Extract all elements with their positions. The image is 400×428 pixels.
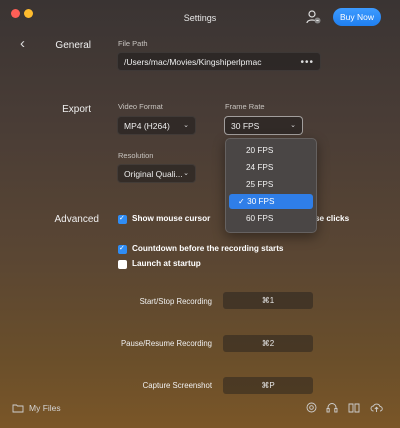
show-mouse-cursor-checkbox[interactable] [118,214,127,224]
start-stop-recording-label: Start/Stop Recording [139,297,212,306]
resolution-select[interactable]: Original Quali... ⌄ [117,164,196,183]
capture-screenshot-shortcut[interactable]: ⌘P [223,377,313,394]
headset-icon[interactable] [326,402,338,413]
resolution-value: Original Quali... [124,169,183,179]
frame-rate-select[interactable]: 30 FPS ⌄ [224,116,303,135]
frame-rate-option[interactable]: 60 FPS [229,211,313,226]
more-options-icon[interactable]: ••• [300,54,314,72]
frame-rate-value: 30 FPS [231,121,260,131]
file-path-value: /Users/mac/Movies/Kingshiperlpmac [124,57,262,67]
section-advanced: Advanced [54,214,99,225]
file-path-label: File Path [118,39,148,48]
show-mouse-cursor-label: Show mouse cursor [132,214,211,223]
chevron-down-icon: ⌄ [183,170,189,177]
user-icon[interactable] [305,9,321,25]
video-format-value: MP4 (H264) [124,121,170,131]
cloud-upload-icon[interactable] [370,402,383,413]
frame-rate-option-selected[interactable]: ✓ 30 FPS [229,194,313,209]
frame-rate-label: Frame Rate [225,102,265,111]
launch-startup-label: Launch at startup [132,259,201,268]
book-icon[interactable] [348,402,360,413]
video-format-label: Video Format [118,102,163,111]
target-icon[interactable] [306,402,317,413]
frame-rate-option[interactable]: 24 FPS [229,160,313,175]
countdown-checkbox[interactable] [118,244,127,254]
file-path-field[interactable]: /Users/mac/Movies/Kingshiperlpmac ••• [117,52,321,71]
frame-rate-option[interactable]: 25 FPS [229,177,313,192]
pause-resume-recording-label: Pause/Resume Recording [120,339,212,348]
my-files-button[interactable]: My Files [12,402,82,416]
capture-screenshot-label: Capture Screenshot [142,381,212,390]
buy-now-button[interactable]: Buy Now [333,8,381,26]
section-general: General [55,40,91,51]
chevron-down-icon: ⌄ [290,122,296,129]
pause-resume-recording-shortcut[interactable]: ⌘2 [223,335,313,352]
chevron-down-icon: ⌄ [183,122,189,129]
video-format-select[interactable]: MP4 (H264) ⌄ [117,116,196,135]
show-mouse-clicks-label: se clicks [315,214,350,223]
my-files-label: My Files [29,403,61,413]
countdown-label: Countdown before the recording starts [132,244,284,253]
folder-icon [12,404,24,413]
resolution-label: Resolution [118,151,154,160]
frame-rate-dropdown: 20 FPS 24 FPS 25 FPS ✓ 30 FPS 60 FPS [225,138,317,233]
launch-startup-checkbox[interactable] [118,260,127,269]
title-bar: Settings Buy Now [0,0,400,36]
frame-rate-option[interactable]: 20 FPS [229,143,313,158]
section-export: Export [62,104,91,115]
start-stop-recording-shortcut[interactable]: ⌘1 [223,292,313,309]
